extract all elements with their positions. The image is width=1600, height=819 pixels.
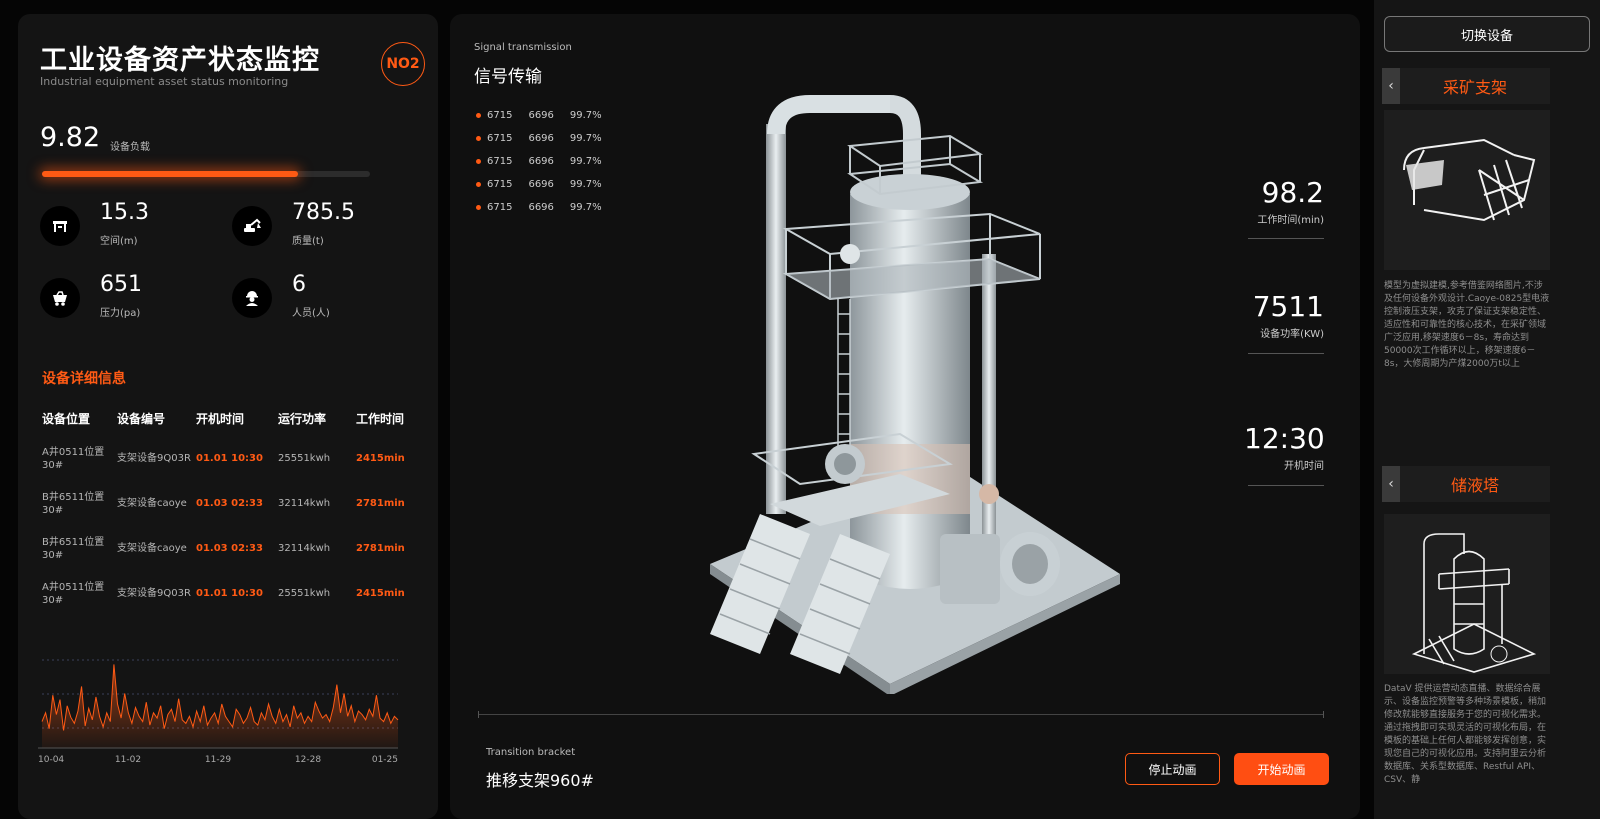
x-tick-label: 11-02 [115, 755, 141, 765]
cell-device-id: 支架设备caoye [117, 543, 187, 554]
cell-work-time: 2781min [356, 543, 405, 554]
start-animation-button[interactable]: 开始动画 [1234, 753, 1329, 785]
details-table-header: 设备位置 设备编号 开机时间 运行功率 工作时间 [42, 410, 422, 436]
metric-power-value: 7511 [1252, 290, 1324, 323]
cell-power: 25551kwh [278, 588, 331, 599]
page-title: 工业设备资产状态监控 [40, 45, 320, 76]
storage-tower-3d-model[interactable] [690, 74, 1130, 698]
cell-power: 32114kwh [278, 498, 331, 509]
cell-start-time: 01.03 02:33 [196, 498, 263, 509]
column-header: 开机时间 [196, 412, 245, 426]
stat-pressure-value: 651 [100, 272, 142, 297]
mining-cart-icon [40, 278, 80, 318]
cell-location: B井6511位置30# [42, 491, 105, 516]
table-row[interactable]: A井0511位置30# 支架设备9Q03R 01.01 10:30 25551k… [42, 436, 422, 481]
metric-work-time-value: 98.2 [1261, 176, 1324, 209]
signal-list: 6715 6696 99.7% 6715 6696 99.7% 6715 6696 99.7… [476, 104, 618, 219]
animation-timeline-slider[interactable] [478, 711, 1324, 718]
cell-start-time: 01.03 02:33 [196, 543, 263, 554]
metric-start-time: 12:30 开机时间 [1244, 422, 1325, 486]
divider [1248, 485, 1324, 486]
load-label: 设备负载 [110, 142, 150, 153]
list-item: 6715 6696 99.7% [476, 173, 618, 196]
load-progress-fill [42, 171, 298, 177]
load-value: 9.82 [40, 122, 101, 153]
cell-start-time: 01.01 10:30 [196, 453, 263, 464]
metric-work-time: 98.2 工作时间(min) [1244, 176, 1324, 239]
list-item: 6715 6696 99.7% [476, 196, 618, 219]
stat-mass-value: 785.5 [292, 200, 355, 225]
x-tick-label: 01-25 [372, 755, 398, 765]
stat-mass-label: 质量(t) [292, 236, 324, 247]
cell-location: B井6511位置30# [42, 536, 105, 561]
right-panel: 切换设备 ‹ 采矿支架 模型为虚拟建模,参考借鉴网络图片,不涉及任何设备外观设计… [1374, 0, 1600, 819]
chevron-left-icon[interactable]: ‹ [1382, 68, 1400, 104]
cell-work-time: 2781min [356, 498, 405, 509]
column-header: 运行功率 [278, 412, 327, 426]
divider [1248, 353, 1324, 354]
load-progress-bar [42, 171, 370, 177]
transition-subtitle: Transition bracket [486, 747, 576, 758]
device-image-mining-support [1384, 110, 1550, 270]
column-header: 设备位置 [42, 412, 91, 426]
cell-device-id: 支架设备caoye [117, 498, 187, 509]
x-tick-label: 12-28 [295, 755, 321, 765]
page-subtitle: Industrial equipment asset status monito… [40, 75, 289, 88]
device-name: 采矿支架 [1442, 78, 1507, 97]
switch-device-button[interactable]: 切换设备 [1384, 16, 1590, 52]
list-item: 6715 6696 99.7% [476, 150, 618, 173]
signal-title: 信号传输 [474, 67, 542, 87]
device-number-badge: NO2 [381, 42, 425, 86]
cell-device-id: 支架设备9Q03R [117, 588, 191, 599]
device-image-storage-tower [1384, 514, 1550, 674]
stat-staff-label: 人员(人) [292, 308, 330, 319]
metric-work-time-label: 工作时间(min) [1257, 215, 1324, 226]
cell-work-time: 2415min [356, 588, 405, 599]
divider [1248, 238, 1324, 239]
cell-work-time: 2415min [356, 453, 405, 464]
column-header: 工作时间 [356, 412, 405, 426]
device-description-mining-support: 模型为虚拟建模,参考借鉴网络图片,不涉及任何设备外观设计.Caoye-0825型… [1384, 281, 1550, 369]
table-row[interactable]: B井6511位置30# 支架设备caoye 01.03 02:33 32114k… [42, 526, 422, 571]
details-section-title: 设备详细信息 [42, 371, 126, 387]
metric-start-time-label: 开机时间 [1284, 461, 1324, 472]
metric-start-time-value: 12:30 [1244, 422, 1325, 455]
excavator-icon [232, 206, 272, 246]
left-panel: 工业设备资产状态监控 Industrial equipment asset st… [18, 14, 438, 819]
chart-area [42, 664, 398, 748]
stat-space-value: 15.3 [100, 200, 149, 225]
device-header-mining-support: ‹ 采矿支架 [1382, 68, 1550, 104]
trend-area-chart: 10-04 11-02 11-29 12-28 01-25 [38, 659, 399, 765]
cell-power: 25551kwh [278, 453, 331, 464]
list-item: 6715 6696 99.7% [476, 104, 618, 127]
cell-location: A井0511位置30# [42, 581, 105, 606]
cell-power: 32114kwh [278, 543, 331, 554]
details-table: 设备位置 设备编号 开机时间 运行功率 工作时间 A井0511位置30# 支架设… [42, 410, 422, 616]
device-description-storage-tower: DataV 提供运营动态直播、数据综合展示、设备监控预警等多种场景模板，稍加修改… [1384, 684, 1547, 785]
metric-power-label: 设备功率(KW) [1260, 329, 1324, 340]
ruler-icon [40, 206, 80, 246]
cell-device-id: 支架设备9Q03R [117, 453, 191, 464]
stat-staff-value: 6 [292, 272, 306, 297]
transition-title: 推移支架960# [486, 771, 594, 790]
chevron-left-icon[interactable]: ‹ [1382, 466, 1400, 502]
table-row[interactable]: A井0511位置30# 支架设备9Q03R 01.01 10:30 25551k… [42, 571, 422, 616]
list-item: 6715 6696 99.7% [476, 127, 618, 150]
column-header: 设备编号 [117, 412, 166, 426]
table-row[interactable]: B井6511位置30# 支架设备caoye 01.03 02:33 32114k… [42, 481, 422, 526]
x-tick-label: 10-04 [38, 755, 64, 765]
x-tick-label: 11-29 [205, 755, 231, 765]
device-header-storage-tower: ‹ 储液塔 [1382, 466, 1550, 502]
device-name: 储液塔 [1450, 476, 1499, 495]
stop-animation-button[interactable]: 停止动画 [1125, 753, 1220, 785]
worker-icon [232, 278, 272, 318]
cell-start-time: 01.01 10:30 [196, 588, 263, 599]
metric-power: 7511 设备功率(KW) [1244, 290, 1324, 354]
signal-subtitle: Signal transmission [474, 42, 572, 53]
stat-space-label: 空间(m) [100, 236, 138, 247]
center-panel: Signal transmission 信号传输 6715 6696 99.7% 6… [450, 14, 1360, 819]
stat-pressure-label: 压力(pa) [100, 308, 141, 319]
cell-location: A井0511位置30# [42, 446, 105, 471]
